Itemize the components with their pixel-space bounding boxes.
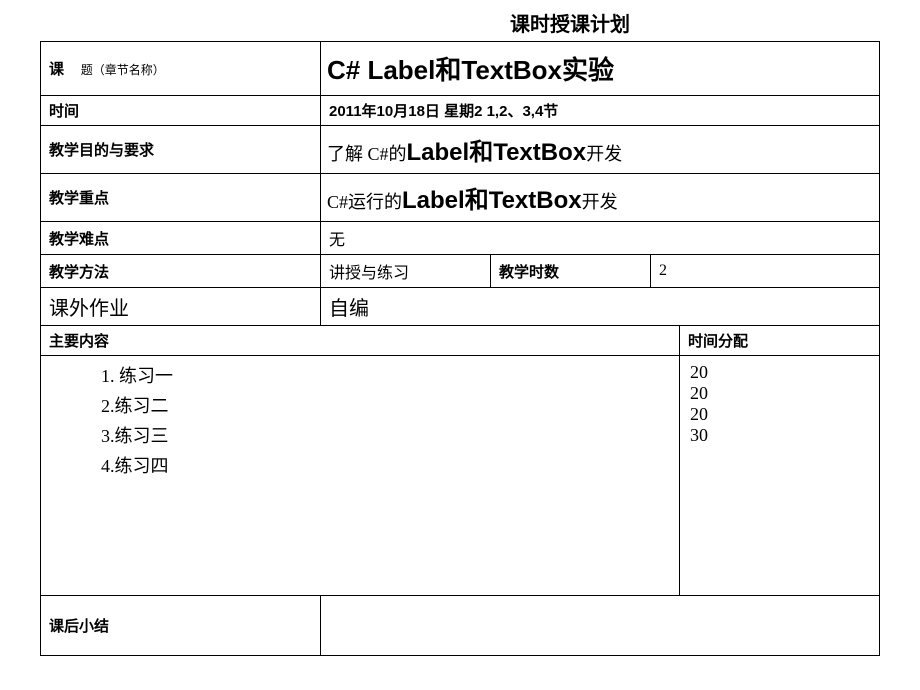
goal-row: 教学目的与要求 了解 C#的Label和TextBox开发	[41, 126, 880, 174]
time-item: 20	[690, 404, 869, 425]
summary-value	[321, 596, 880, 656]
method-value: 讲授与练习	[321, 255, 491, 288]
difficulty-label: 教学难点	[41, 222, 321, 255]
time-list: 20 20 20 30	[690, 362, 869, 446]
time-item: 20	[690, 383, 869, 404]
focus-value: C#运行的Label和TextBox开发	[321, 174, 880, 222]
time-value: 2011年10月18日 星期2 1,2、3,4节	[321, 96, 880, 126]
content-cell: 1. 练习一 2.练习二 3.练习三 4.练习四	[41, 356, 680, 596]
list-item: 2.练习二	[101, 392, 669, 418]
method-row: 教学方法 讲授与练习 教学时数 2	[41, 255, 880, 288]
time-label: 时间	[41, 96, 321, 126]
focus-big: Label和TextBox	[402, 187, 582, 214]
lesson-plan-table: 课 题（章节名称） C# Label和TextBox实验 时间 2011年10月…	[40, 41, 880, 656]
content-body-row: 1. 练习一 2.练习二 3.练习三 4.练习四 20 20 20 30	[41, 356, 880, 596]
goal-big: Label和TextBox	[407, 139, 587, 166]
focus-row: 教学重点 C#运行的Label和TextBox开发	[41, 174, 880, 222]
homework-value: 自编	[321, 288, 880, 326]
time-item: 20	[690, 362, 869, 383]
focus-prefix: C#运行的	[327, 192, 402, 212]
hours-value: 2	[651, 255, 880, 288]
topic-label-sub: 题（章节名称）	[81, 63, 165, 77]
homework-row: 课外作业 自编	[41, 288, 880, 326]
homework-label: 课外作业	[41, 288, 321, 326]
time-alloc-cell: 20 20 20 30	[680, 356, 880, 596]
document-title: 课时授课计划	[40, 8, 880, 37]
goal-prefix: 了解 C#的	[327, 144, 407, 164]
focus-suffix: 开发	[582, 192, 618, 212]
content-list: 1. 练习一 2.练习二 3.练习三 4.练习四	[51, 362, 669, 478]
summary-row: 课后小结	[41, 596, 880, 656]
list-item: 1. 练习一	[101, 362, 669, 388]
hours-label: 教学时数	[491, 255, 651, 288]
content-header-row: 主要内容 时间分配	[41, 326, 880, 356]
time-row: 时间 2011年10月18日 星期2 1,2、3,4节	[41, 96, 880, 126]
goal-value: 了解 C#的Label和TextBox开发	[321, 126, 880, 174]
time-item: 30	[690, 425, 869, 446]
topic-value: C# Label和TextBox实验	[321, 42, 880, 96]
goal-suffix: 开发	[586, 144, 622, 164]
goal-label: 教学目的与要求	[41, 126, 321, 174]
focus-label: 教学重点	[41, 174, 321, 222]
content-label: 主要内容	[41, 326, 680, 356]
method-label: 教学方法	[41, 255, 321, 288]
difficulty-row: 教学难点 无	[41, 222, 880, 255]
summary-label: 课后小结	[41, 596, 321, 656]
topic-label-main: 课	[49, 61, 64, 78]
time-alloc-label: 时间分配	[680, 326, 880, 356]
list-item: 3.练习三	[101, 422, 669, 448]
topic-row: 课 题（章节名称） C# Label和TextBox实验	[41, 42, 880, 96]
difficulty-value: 无	[321, 222, 880, 255]
list-item: 4.练习四	[101, 452, 669, 478]
